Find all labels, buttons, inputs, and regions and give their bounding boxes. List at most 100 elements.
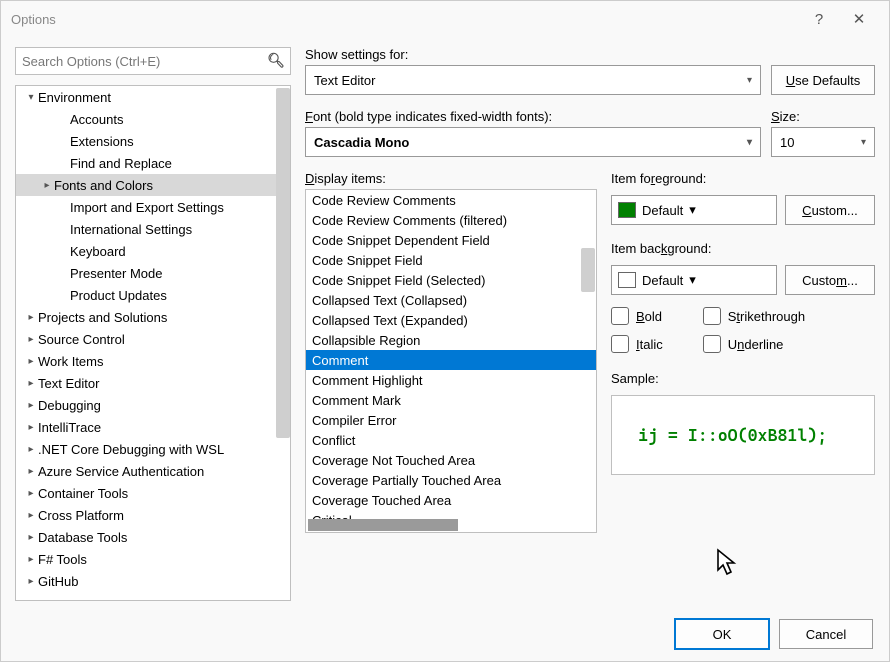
tree-node[interactable]: ▸.NET Core Debugging with WSL [16,438,290,460]
tree-node[interactable]: ▸Find and Replace [16,152,290,174]
tree-node-label: F# Tools [38,552,87,567]
tree-node[interactable]: ▸Projects and Solutions [16,306,290,328]
tree-node[interactable]: ▸Container Tools [16,482,290,504]
display-item[interactable]: Collapsed Text (Expanded) [306,310,596,330]
foreground-select[interactable]: Default ▾ [611,195,777,225]
tree-node-label: Text Editor [38,376,99,391]
item-background-label: Item background: [611,241,875,256]
tree-node[interactable]: ▸Keyboard [16,240,290,262]
display-hscroll[interactable] [306,516,580,532]
underline-checkbox[interactable]: Underline [703,335,805,353]
display-item[interactable]: Collapsed Text (Collapsed) [306,290,596,310]
display-items-list[interactable]: Code Review CommentsCode Review Comments… [305,189,597,533]
display-item[interactable]: Conflict [306,430,596,450]
bold-checkbox[interactable]: Bold [611,307,663,325]
display-item[interactable]: Coverage Not Touched Area [306,450,596,470]
tree-arrow-icon: ▸ [56,268,70,279]
cancel-button[interactable]: Cancel [779,619,873,649]
italic-checkbox[interactable]: Italic [611,335,663,353]
tree-node[interactable]: ▸Extensions [16,130,290,152]
tree-node-label: International Settings [70,222,192,237]
options-window: Options ? ✕ 🔍︎ ▾Environment▸Accounts▸Ext… [0,0,890,662]
tree-node-label: .NET Core Debugging with WSL [38,442,224,457]
tree-arrow-icon: ▸ [24,378,38,389]
tree-node[interactable]: ▸Text Editor [16,372,290,394]
tree-node-label: Container Tools [38,486,128,501]
font-value: Cascadia Mono [314,135,409,150]
tree-node[interactable]: ▸Database Tools [16,526,290,548]
background-custom-button[interactable]: Custom... [785,265,875,295]
tree-arrow-icon: ▸ [24,334,38,345]
chevron-down-icon: ▾ [861,137,866,148]
foreground-swatch [618,202,636,218]
display-item[interactable]: Code Snippet Dependent Field [306,230,596,250]
search-input[interactable] [15,47,291,75]
strikethrough-checkbox[interactable]: Strikethrough [703,307,805,325]
tree-scrollbar[interactable] [276,88,290,438]
display-vscroll[interactable] [580,190,596,532]
tree-arrow-icon: ▸ [24,576,38,587]
size-select[interactable]: 10 ▾ [771,127,875,157]
sample-text: ij = I::oO(0xB81l); [638,425,827,445]
tree-node[interactable]: ▸IntelliTrace [16,416,290,438]
tree-node[interactable]: ▸Source Control [16,328,290,350]
tree-arrow-icon: ▸ [24,312,38,323]
tree-node[interactable]: ▸Cross Platform [16,504,290,526]
tree-arrow-icon: ▸ [56,158,70,169]
help-button[interactable]: ? [799,11,839,28]
chevron-down-icon: ▾ [747,75,752,86]
chevron-down-icon: ▾ [689,272,696,288]
display-item[interactable]: Coverage Touched Area [306,490,596,510]
display-items-label: Display items: [305,171,597,186]
tree-arrow-icon: ▸ [24,532,38,543]
display-item[interactable]: Coverage Partially Touched Area [306,470,596,490]
chevron-down-icon: ▾ [689,202,696,218]
tree-node-label: Accounts [70,112,123,127]
tree-arrow-icon: ▾ [24,92,38,103]
tree-node-label: GitHub [38,574,78,589]
tree-arrow-icon: ▸ [56,114,70,125]
close-button[interactable]: ✕ [839,10,879,28]
display-item[interactable]: Code Review Comments (filtered) [306,210,596,230]
tree-node-label: Extensions [70,134,134,149]
display-item[interactable]: Compiler Error [306,410,596,430]
background-select[interactable]: Default ▾ [611,265,777,295]
tree-node[interactable]: ▸Presenter Mode [16,262,290,284]
sample-label: Sample: [611,371,875,386]
tree-node[interactable]: ▸Product Updates [16,284,290,306]
ok-button[interactable]: OK [675,619,769,649]
background-swatch [618,272,636,288]
tree-node[interactable]: ▸Debugging [16,394,290,416]
show-settings-select[interactable]: Text Editor ▾ [305,65,761,95]
foreground-custom-button[interactable]: Custom... [785,195,875,225]
tree-node-label: Azure Service Authentication [38,464,204,479]
tree-node-label: Source Control [38,332,125,347]
tree-node[interactable]: ▸Import and Export Settings [16,196,290,218]
tree-node[interactable]: ▸GitHub [16,570,290,592]
use-defaults-button[interactable]: Use Defaults [771,65,875,95]
size-label: Size: [771,109,875,124]
tree-node-label: Import and Export Settings [70,200,224,215]
tree-arrow-icon: ▸ [56,290,70,301]
display-item[interactable]: Code Snippet Field [306,250,596,270]
tree-node[interactable]: ▸Work Items [16,350,290,372]
tree-node[interactable]: ▸Fonts and Colors [16,174,290,196]
tree-node-label: Database Tools [38,530,127,545]
tree-arrow-icon: ▸ [56,136,70,147]
tree-node[interactable]: ▸F# Tools [16,548,290,570]
options-tree[interactable]: ▾Environment▸Accounts▸Extensions▸Find an… [15,85,291,601]
display-item[interactable]: Code Review Comments [306,190,596,210]
display-item[interactable]: Collapsible Region [306,330,596,350]
font-select[interactable]: Cascadia Mono ▾ [305,127,761,157]
display-item[interactable]: Comment [306,350,596,370]
tree-arrow-icon: ▸ [56,202,70,213]
tree-node[interactable]: ▾Environment [16,86,290,108]
tree-node-label: Debugging [38,398,101,413]
tree-node[interactable]: ▸Azure Service Authentication [16,460,290,482]
display-item[interactable]: Comment Highlight [306,370,596,390]
display-item[interactable]: Code Snippet Field (Selected) [306,270,596,290]
display-item[interactable]: Comment Mark [306,390,596,410]
tree-arrow-icon: ▸ [24,444,38,455]
tree-node[interactable]: ▸International Settings [16,218,290,240]
tree-node[interactable]: ▸Accounts [16,108,290,130]
